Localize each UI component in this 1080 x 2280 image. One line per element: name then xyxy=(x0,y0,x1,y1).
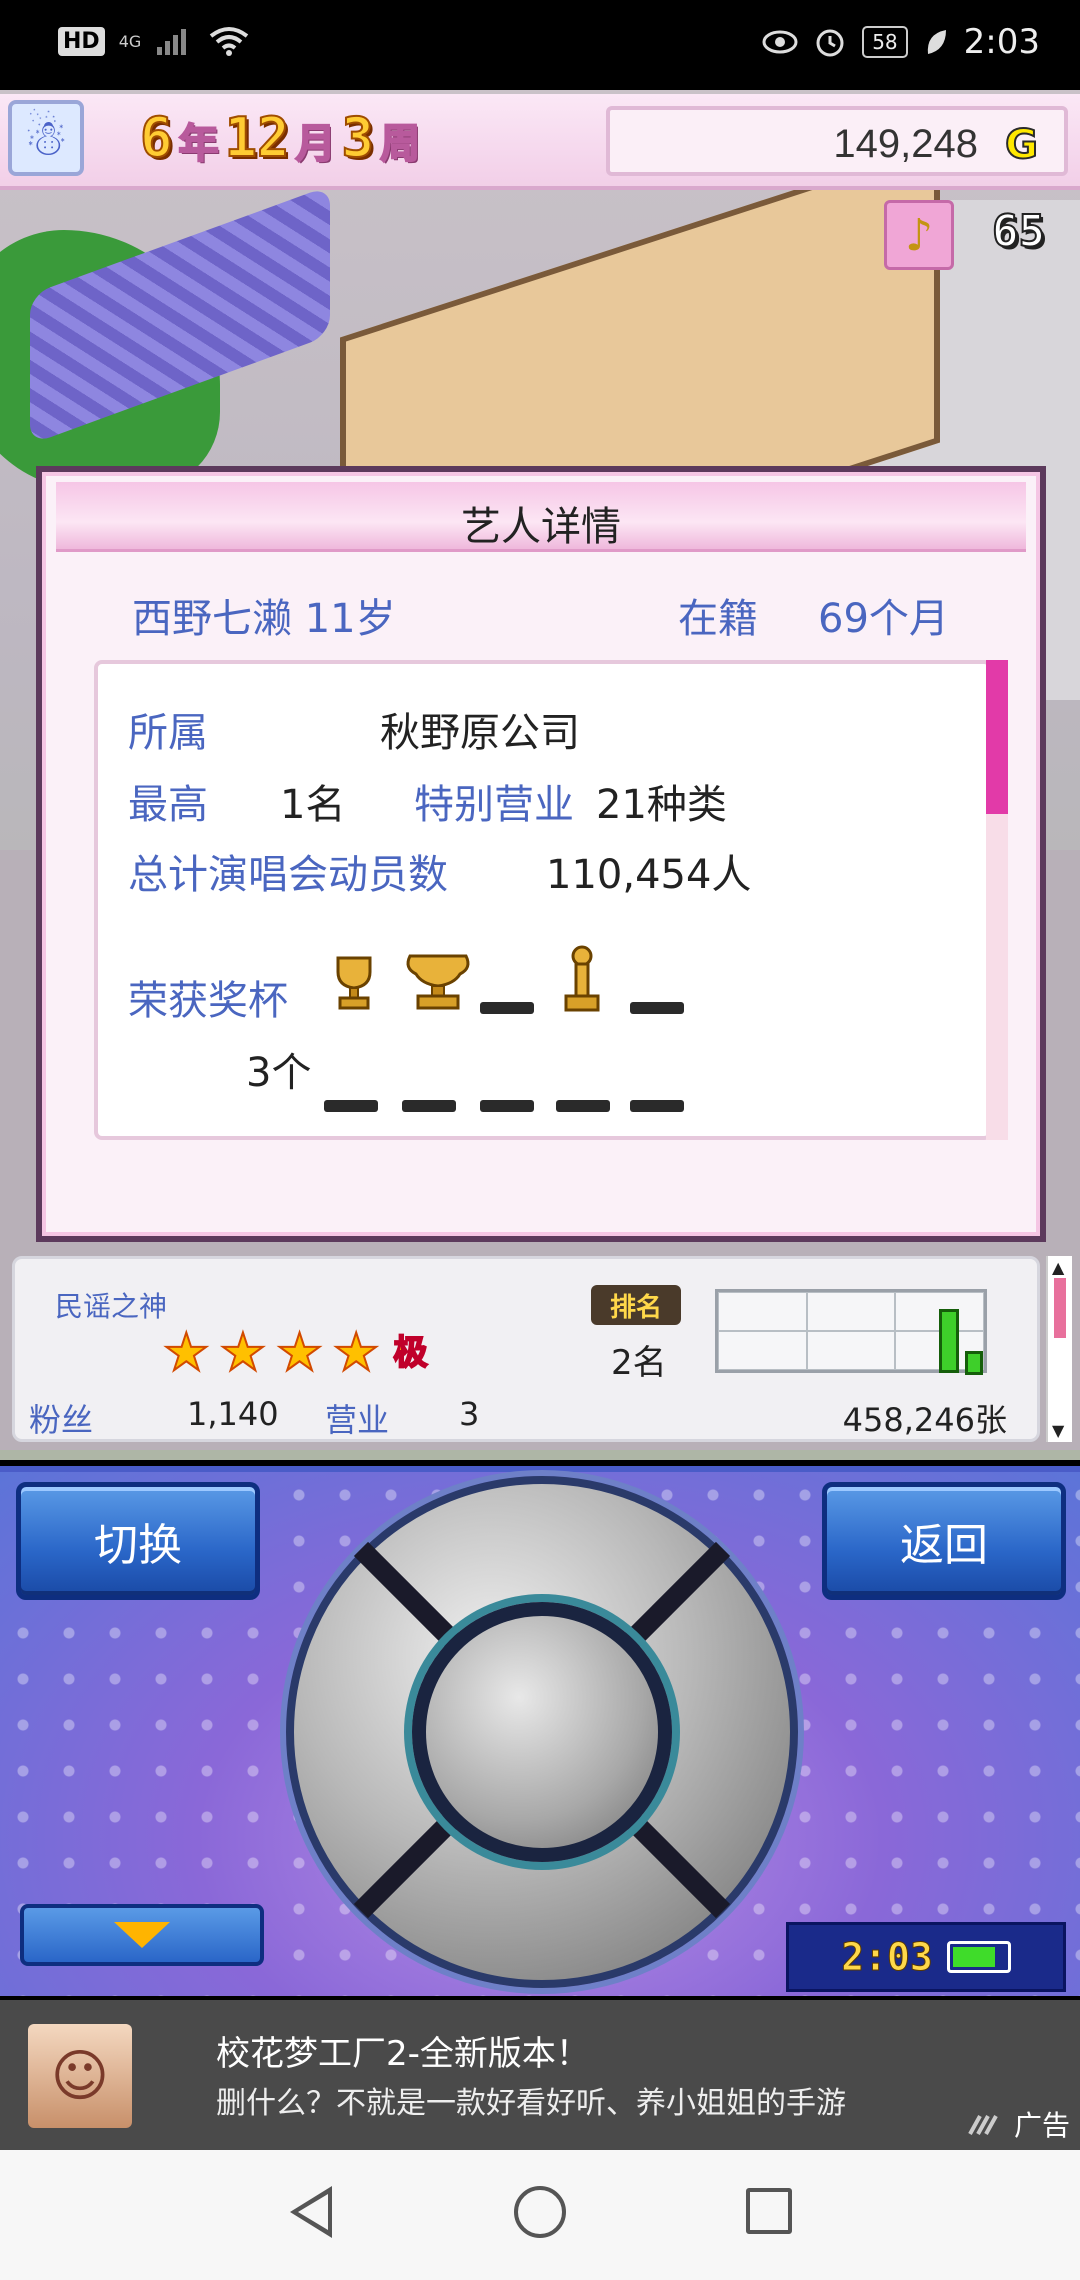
date-month: 12 xyxy=(224,105,291,170)
eye-icon xyxy=(762,30,798,54)
info-scroll-thumb[interactable] xyxy=(1054,1278,1066,1338)
ad-logo-icon xyxy=(968,2115,998,2135)
genre-title: 民谣之神 xyxy=(55,1290,168,1323)
ranking-badge: 排名 xyxy=(591,1285,681,1325)
dialog-title-bar: 艺人详情 xyxy=(56,482,1026,552)
battery-icon: 58 xyxy=(862,26,908,58)
status-bar: HD 4G 58 2:03 xyxy=(0,0,1080,90)
artist-info-panel[interactable]: 民谣之神 ★ ★ ★ ★ 极 排名 2名 粉丝 1,140 营业 3 458,2… xyxy=(12,1256,1040,1442)
menu-toggle-button[interactable] xyxy=(20,1904,264,1966)
empty-trophy-slot xyxy=(402,1100,456,1112)
dialog-scroll-thumb[interactable] xyxy=(986,660,1008,814)
artist-detail-dialog: 艺人详情 西野七濑 11岁 在籍 69个月 所属 秋野原公司 最高 1名 特别营… xyxy=(36,466,1046,1242)
ranking-bar xyxy=(939,1309,959,1373)
ad-subtitle[interactable]: 删什么？不就是一款好看好听、养小姐姐的手游 xyxy=(216,2078,846,2122)
info-panel-scrollbar[interactable]: ▲ ▼ xyxy=(1046,1256,1072,1442)
star-icon: ★ xyxy=(275,1323,324,1383)
nav-home-icon[interactable] xyxy=(514,2186,566,2238)
star-icon: ★ xyxy=(219,1323,268,1383)
concert-attendance-value: 110,454人 xyxy=(546,852,752,898)
date-month-unit: 月 xyxy=(295,120,337,168)
artist-name: 西野七濑 11岁 xyxy=(132,596,396,642)
affiliation-label: 所属 xyxy=(128,710,208,756)
currency-symbol: G xyxy=(1004,121,1039,169)
nav-back-icon[interactable] xyxy=(290,2186,332,2238)
special-business-value: 21种类 xyxy=(596,782,727,828)
empty-trophy-slot xyxy=(630,1002,684,1014)
ad-tag: 广告 xyxy=(968,2104,1070,2144)
signal-icon xyxy=(157,29,187,55)
status-right: 58 2:03 xyxy=(762,22,1040,62)
trophy-cup-large-icon[interactable] xyxy=(402,948,474,1014)
network-label: 4G xyxy=(118,31,142,51)
business-value: 3 xyxy=(459,1395,480,1433)
date-week-unit: 周 xyxy=(379,120,421,168)
max-rank-badge: 极 xyxy=(393,1332,429,1374)
gramophone-icon[interactable]: ♪ xyxy=(884,200,954,270)
wifi-icon xyxy=(210,27,249,56)
fans-value: 1,140 xyxy=(187,1395,279,1433)
special-business-label: 特别营业 xyxy=(414,782,574,828)
fans-label: 粉丝 xyxy=(29,1401,94,1439)
ad-tag-label: 广告 xyxy=(1013,2109,1070,2142)
concert-attendance-label: 总计演唱会动员数 xyxy=(128,852,448,898)
top-header: ☃ 6 年 12 月 3 周 149,248 G xyxy=(0,94,1080,190)
battery-icon xyxy=(946,1941,1011,1973)
trophy-award-icon[interactable] xyxy=(560,944,604,1016)
trophy-cup-icon[interactable] xyxy=(326,954,382,1014)
empty-trophy-slot xyxy=(630,1100,684,1112)
ad-avatar[interactable]: ☺ xyxy=(28,2024,132,2128)
ranking-value: 2名 xyxy=(611,1343,667,1383)
dialog-title: 艺人详情 xyxy=(461,504,621,550)
chevron-down-icon xyxy=(114,1922,170,1948)
trophies-count: 3个 xyxy=(246,1050,312,1096)
trophies-label: 荣获奖杯 xyxy=(128,978,288,1024)
game-clock: 2:03 xyxy=(786,1922,1066,1992)
system-nav-bar xyxy=(0,2150,1080,2280)
scroll-up-icon[interactable]: ▲ xyxy=(1052,1258,1064,1277)
empty-trophy-slot xyxy=(480,1002,534,1014)
star-icon: ★ xyxy=(162,1323,211,1383)
business-label: 营业 xyxy=(325,1401,390,1439)
record-sales-value: 458,246张 xyxy=(842,1401,1007,1439)
ad-title[interactable]: 校花梦工厂2-全新版本！ xyxy=(216,2026,590,2075)
ad-banner[interactable]: ☺ 校花梦工厂2-全新版本！ 删什么？不就是一款好看好听、养小姐姐的手游 广告 xyxy=(0,2000,1080,2150)
status-left: HD 4G xyxy=(58,26,249,56)
rating-stars: ★ ★ ★ ★ 极 xyxy=(162,1323,429,1383)
date-year-unit: 年 xyxy=(178,120,220,168)
money-value: 149,248 xyxy=(833,122,978,166)
ranking-bar xyxy=(965,1351,983,1375)
status-time: 2:03 xyxy=(963,22,1040,62)
game-date: 6 年 12 月 3 周 xyxy=(139,105,421,170)
dpad-center-button[interactable] xyxy=(412,1602,672,1862)
nav-recents-icon[interactable] xyxy=(746,2188,792,2234)
empty-trophy-slot xyxy=(480,1100,534,1112)
trophy-count: 65 xyxy=(991,205,1046,258)
best-rank-label: 最高 xyxy=(128,782,208,828)
scroll-down-icon[interactable]: ▼ xyxy=(1052,1421,1064,1440)
best-rank-value: 1名 xyxy=(280,782,346,828)
back-button[interactable]: 返回 xyxy=(822,1482,1066,1600)
leaf-icon xyxy=(927,30,946,54)
empty-trophy-slot xyxy=(324,1100,378,1112)
clock-time: 2:03 xyxy=(841,1935,934,1980)
money-display: 149,248 G xyxy=(606,106,1068,176)
tenure-label: 在籍 xyxy=(678,596,758,642)
date-year: 6 xyxy=(139,105,173,170)
snowman-icon[interactable]: ☃ xyxy=(8,100,84,176)
switch-button[interactable]: 切换 xyxy=(16,1482,260,1600)
artist-stats-panel[interactable]: 所属 秋野原公司 最高 1名 特别营业 21种类 总计演唱会动员数 110,45… xyxy=(94,660,992,1140)
date-week: 3 xyxy=(341,105,375,170)
star-icon: ★ xyxy=(332,1323,381,1383)
game-screen: HD 4G 58 2:03 ☃ 6 年 12 月 3 周 149,248 G ♪… xyxy=(0,0,1080,2280)
hd-badge: HD xyxy=(58,26,105,56)
empty-trophy-slot xyxy=(556,1100,610,1112)
affiliation-value: 秋野原公司 xyxy=(380,710,580,756)
tenure-value: 69个月 xyxy=(818,596,949,642)
alarm-icon xyxy=(816,29,844,57)
